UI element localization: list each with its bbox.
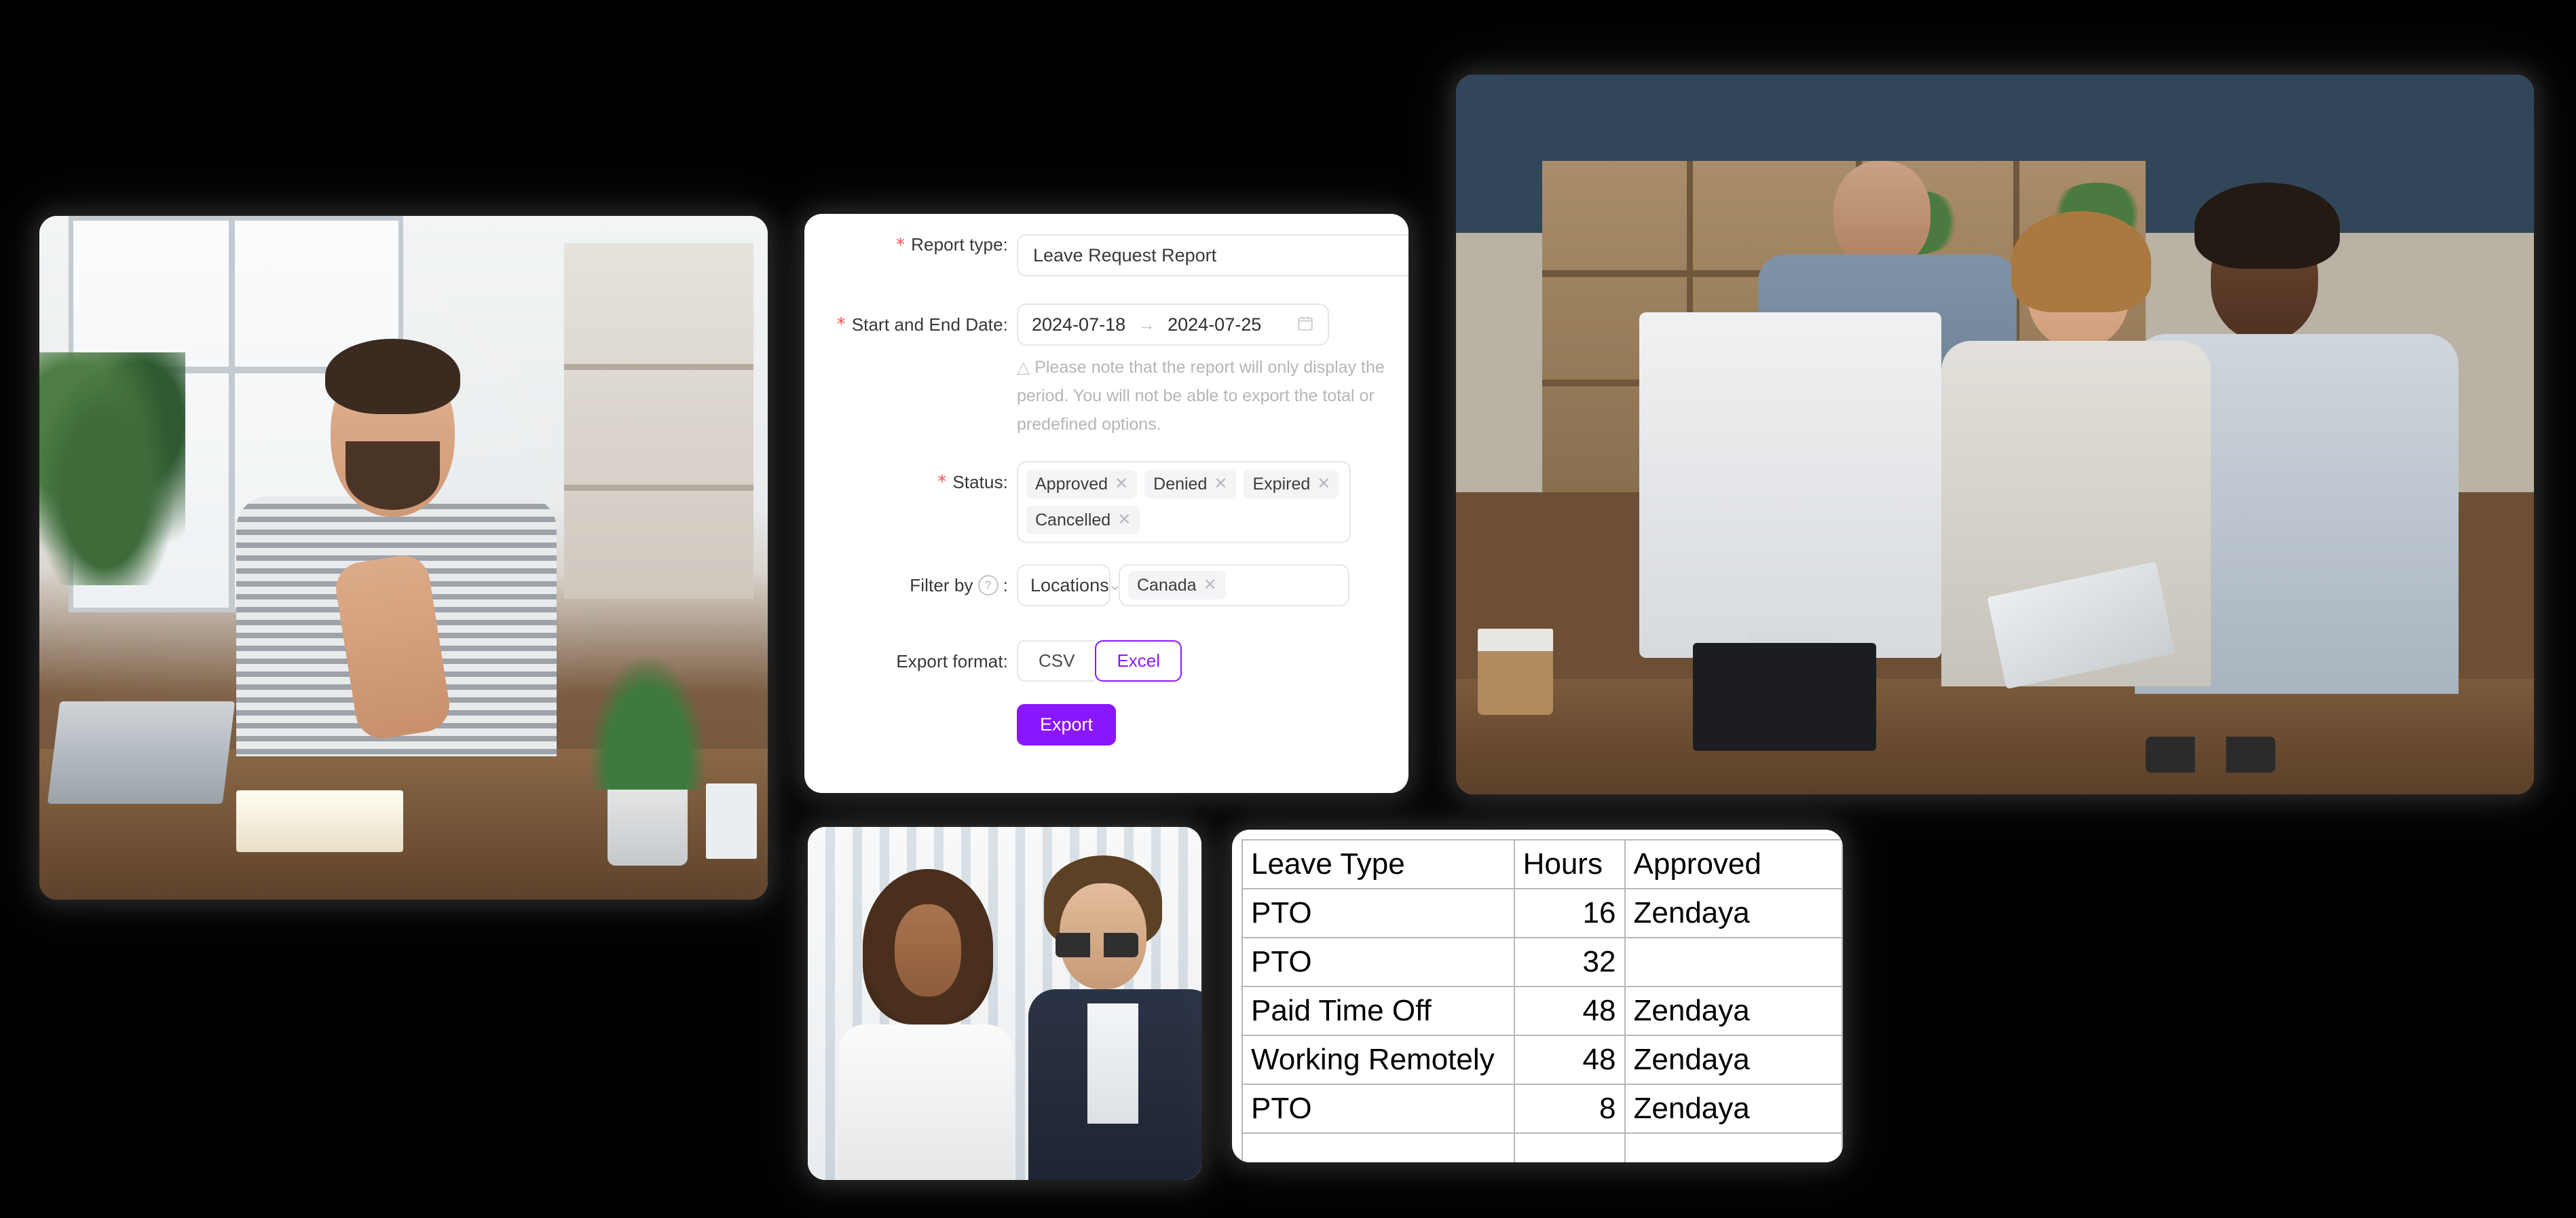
status-tag[interactable]: Approved ✕ <box>1026 470 1138 498</box>
cell-hours: 16 <box>1513 888 1626 938</box>
status-multiselect[interactable]: Approved ✕ Denied ✕ Expired ✕ Cancelled … <box>1017 461 1351 543</box>
export-format-option-excel[interactable]: Excel <box>1095 640 1182 682</box>
status-tag-label: Approved <box>1035 475 1108 494</box>
column-header-leave-type: Leave Type <box>1242 839 1515 889</box>
required-asterisk: * <box>836 314 846 335</box>
warning-triangle-icon: △ <box>1017 358 1030 377</box>
filter-by-label-colon: : <box>1003 574 1008 595</box>
cell-approved: Zendaya <box>1624 1035 1843 1085</box>
date-range-start[interactable]: 2024-07-18 <box>1032 314 1125 335</box>
table-row: PTO 32 <box>1242 937 1843 987</box>
cell-leave-type: PTO <box>1242 888 1515 938</box>
leave-report-table: Leave Type Hours Approved PTO 16 Zendaya… <box>1242 839 1843 1162</box>
filter-by-value-multiselect[interactable]: Canada ✕ <box>1119 564 1349 606</box>
leave-report-table-card: Leave Type Hours Approved PTO 16 Zendaya… <box>1232 830 1843 1162</box>
close-icon[interactable]: ✕ <box>1117 511 1131 530</box>
table-row: PTO 8 Zendaya <box>1242 1084 1843 1134</box>
cell-leave-type: PTO <box>1242 1084 1515 1134</box>
status-tag[interactable]: Denied ✕ <box>1144 470 1237 498</box>
composition-root: * Report type: Leave Request Report * St… <box>0 0 2576 1218</box>
filter-by-type-select[interactable]: Locations ⌄ <box>1017 564 1121 606</box>
status-tag-label: Denied <box>1153 475 1208 494</box>
date-range-picker[interactable]: 2024-07-18 → 2024-07-25 <box>1017 303 1329 346</box>
column-header-hours: Hours <box>1513 839 1626 889</box>
cell-hours: 48 <box>1513 986 1626 1036</box>
export-button[interactable]: Export <box>1017 704 1117 745</box>
cell-hours: 32 <box>1513 937 1626 987</box>
cell-leave-type: Working Remotely <box>1242 1035 1515 1085</box>
close-icon[interactable]: ✕ <box>1214 475 1227 494</box>
filter-by-label: Filter by ? : <box>804 564 1008 606</box>
status-tag-label: Cancelled <box>1035 511 1111 530</box>
form-row-filter-by: Filter by ? : Locations ⌄ Canada ✕ <box>804 564 1408 606</box>
cell-hours <box>1513 1132 1626 1162</box>
close-icon[interactable]: ✕ <box>1115 475 1128 494</box>
date-range-note-text: Please note that the report will only di… <box>1017 358 1385 434</box>
filter-by-value-tag[interactable]: Canada ✕ <box>1128 571 1226 599</box>
date-range-end[interactable]: 2024-07-25 <box>1168 314 1261 335</box>
cell-hours: 48 <box>1513 1035 1626 1085</box>
table-row: Paid Time Off 48 Zendaya <box>1242 986 1843 1036</box>
form-row-date-range: * Start and End Date: 2024-07-18 → 2024-… <box>804 303 1408 439</box>
form-row-submit: Export <box>804 704 1408 745</box>
status-tag[interactable]: Expired ✕ <box>1244 470 1340 498</box>
cell-approved: Zendaya <box>1624 1084 1843 1134</box>
required-asterisk: * <box>937 472 947 492</box>
export-format-label-text: Export format: <box>896 650 1008 671</box>
table-row: PTO 16 Zendaya <box>1242 888 1843 938</box>
report-type-select[interactable]: Leave Request Report <box>1017 234 1408 276</box>
cell-leave-type: PTO <box>1242 937 1515 987</box>
filter-by-type-value: Locations <box>1030 574 1109 595</box>
cell-hours: 8 <box>1513 1084 1626 1134</box>
filter-by-value-tag-label: Canada <box>1137 576 1197 595</box>
required-asterisk: * <box>896 234 906 255</box>
form-row-report-type: * Report type: Leave Request Report <box>804 234 1408 276</box>
cell-approved: Zendaya <box>1624 888 1843 938</box>
date-range-label: * Start and End Date: <box>804 303 1008 346</box>
photo-card-left <box>39 216 768 900</box>
date-range-label-text: Start and End Date: <box>851 314 1008 335</box>
interview-handshake-photo <box>808 827 1201 1180</box>
cell-leave-type: Paid Time Off <box>1242 986 1515 1036</box>
status-label-text: Status: <box>952 471 1008 492</box>
export-format-segmented-control[interactable]: CSV Excel <box>1017 640 1182 682</box>
column-header-approved: Approved <box>1624 839 1843 889</box>
photo-card-top-right <box>1456 75 2534 794</box>
table-row-empty <box>1242 1132 1843 1162</box>
status-tag[interactable]: Cancelled ✕ <box>1026 506 1140 534</box>
table-header-row: Leave Type Hours Approved <box>1242 839 1843 889</box>
question-circle-icon[interactable]: ? <box>977 575 998 595</box>
close-icon[interactable]: ✕ <box>1203 576 1217 595</box>
export-format-option-csv[interactable]: CSV <box>1017 640 1096 682</box>
calendar-icon[interactable] <box>1296 314 1314 335</box>
export-format-label: Export format: <box>804 640 1008 682</box>
cell-approved: Zendaya <box>1624 986 1843 1036</box>
arrow-right-icon: → <box>1138 314 1156 335</box>
form-row-status: * Status: Approved ✕ Denied ✕ Expired ✕ … <box>804 461 1408 543</box>
cell-approved <box>1624 1132 1843 1162</box>
cell-approved <box>1624 937 1843 987</box>
status-tag-label: Expired <box>1252 475 1311 494</box>
table-row: Working Remotely 48 Zendaya <box>1242 1035 1843 1085</box>
export-report-form-card: * Report type: Leave Request Report * St… <box>804 214 1408 793</box>
man-thumbs-up-photo <box>39 216 768 900</box>
cell-leave-type <box>1242 1132 1515 1162</box>
report-type-label-text: Report type: <box>911 234 1008 255</box>
colleagues-at-computer-photo <box>1456 75 2534 794</box>
status-label: * Status: <box>804 461 1008 503</box>
close-icon[interactable]: ✕ <box>1317 475 1330 494</box>
form-row-export-format: Export format: CSV Excel <box>804 640 1408 682</box>
filter-by-label-text: Filter by <box>910 574 973 595</box>
date-range-note: △ Please note that the report will only … <box>1017 353 1408 439</box>
report-type-value: Leave Request Report <box>1033 244 1217 265</box>
photo-card-bottom-center <box>808 827 1201 1180</box>
report-type-label: * Report type: <box>804 234 1008 255</box>
